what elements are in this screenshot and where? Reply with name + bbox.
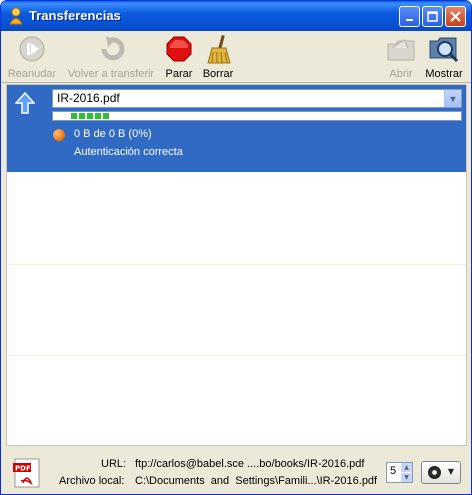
file-select[interactable]: IR-2016.pdf ▼	[52, 89, 462, 108]
url-value: ftp://carlos@babel.sce ....bo/books/IR-2…	[135, 458, 365, 470]
resume-button[interactable]: Reanudar	[7, 33, 57, 81]
close-button[interactable]	[445, 6, 466, 27]
stop-icon	[163, 33, 195, 65]
show-button[interactable]: Mostrar	[422, 33, 466, 81]
stepper-down-icon[interactable]: ▼	[401, 473, 412, 482]
show-label: Mostrar	[425, 68, 463, 80]
resume-label: Reanudar	[7, 68, 57, 80]
clear-label: Borrar	[202, 68, 234, 80]
row-divider	[7, 264, 466, 265]
svg-text:PDF: PDF	[15, 465, 31, 473]
maximize-button[interactable]	[422, 6, 443, 27]
open-label: Abrir	[389, 68, 413, 80]
retry-button[interactable]: Volver a transferir	[65, 33, 157, 81]
row-divider	[7, 355, 466, 356]
connections-stepper[interactable]: 5 ▲ ▼	[386, 462, 413, 483]
broom-icon	[202, 33, 234, 65]
caret-down-icon: ▼	[447, 467, 454, 476]
stepper-up-icon[interactable]: ▲	[401, 463, 412, 472]
minimize-icon	[405, 18, 413, 21]
local-file-value: C:\Documents and Settings\Famili...\IR-2…	[135, 475, 378, 487]
retry-icon	[95, 33, 127, 65]
maximize-icon	[427, 11, 438, 22]
close-icon	[450, 11, 461, 22]
transfers-window: Transferencias Reanudar Volver a transfe…	[0, 0, 472, 495]
window-title: Transferencias	[29, 8, 121, 23]
stop-button[interactable]: Parar	[164, 33, 194, 81]
open-button[interactable]: Abrir	[385, 33, 417, 81]
resume-icon	[16, 33, 48, 65]
app-icon	[9, 7, 23, 25]
toolbar: Reanudar Volver a transferir Parar Borra…	[1, 31, 471, 83]
connections-value: 5	[390, 465, 397, 477]
open-folder-icon	[385, 33, 417, 65]
progress-bar	[52, 111, 462, 121]
progress-text: 0 B de 0 B (0%)	[74, 128, 152, 140]
status-dot-icon	[53, 129, 65, 141]
transfer-row[interactable]: IR-2016.pdf ▼ 0 B de 0 B (0%) Autenticac…	[7, 85, 466, 172]
speed-limit-button[interactable]: ▼	[421, 461, 461, 484]
details-panel: PDF URL: Archivo local: ftp://carlos@bab…	[1, 447, 471, 494]
stop-label: Parar	[165, 68, 193, 80]
upload-arrow-icon	[15, 92, 35, 114]
minimize-button[interactable]	[399, 6, 420, 27]
retry-label: Volver a transferir	[67, 68, 155, 80]
file-name: IR-2016.pdf	[57, 91, 120, 105]
show-folder-icon	[428, 33, 460, 65]
chevron-down-icon[interactable]: ▼	[444, 90, 461, 107]
clear-button[interactable]: Borrar	[201, 33, 235, 81]
title-bar[interactable]: Transferencias	[1, 1, 471, 31]
pdf-file-icon: PDF	[13, 458, 40, 488]
url-label: URL:	[101, 458, 127, 470]
progress-blocks	[71, 113, 109, 119]
status-text: Autenticación correcta	[74, 146, 183, 158]
transfer-list[interactable]: IR-2016.pdf ▼ 0 B de 0 B (0%) Autenticac…	[6, 84, 467, 446]
local-file-label: Archivo local:	[59, 475, 125, 487]
speed-dial-icon	[428, 466, 441, 479]
